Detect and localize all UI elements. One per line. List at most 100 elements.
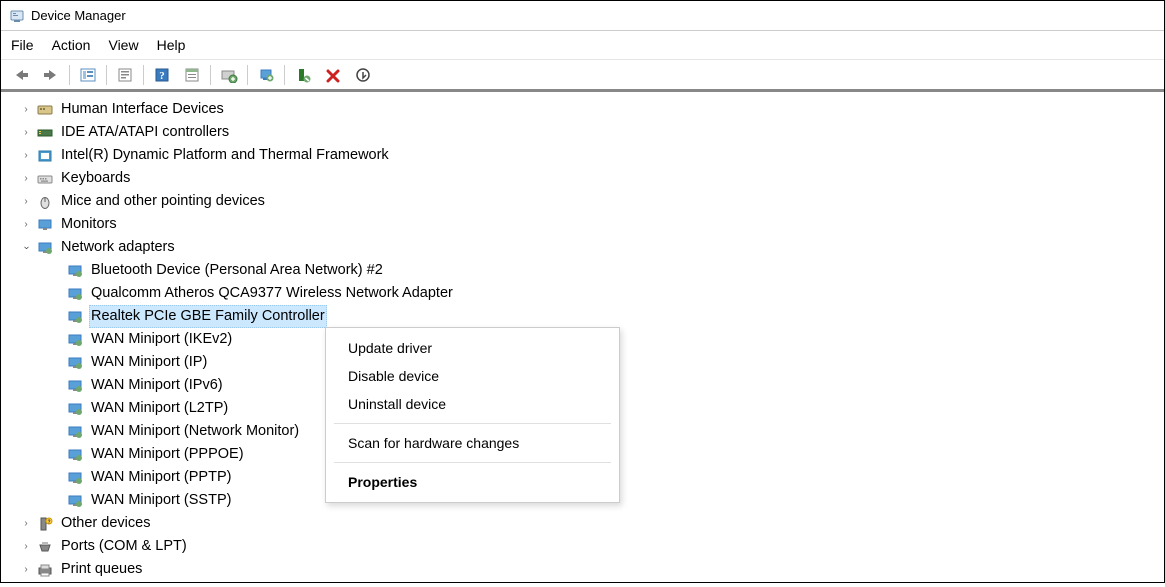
- keyboard-icon: [35, 170, 55, 188]
- device-label: Qualcomm Atheros QCA9377 Wireless Networ…: [89, 282, 455, 304]
- category-ide[interactable]: › IDE ATA/ATAPI controllers: [19, 121, 1164, 144]
- category-network-adapters[interactable]: › Network adapters: [19, 236, 1164, 259]
- expand-icon[interactable]: ›: [19, 125, 33, 141]
- mouse-icon: [35, 193, 55, 211]
- network-adapter-icon: [65, 285, 85, 303]
- category-label: Mice and other pointing devices: [59, 190, 267, 212]
- toolbar-separator: [284, 65, 285, 85]
- menu-bar: File Action View Help: [1, 31, 1164, 60]
- other-devices-icon: ?: [35, 515, 55, 533]
- ctx-uninstall-device[interactable]: Uninstall device: [326, 390, 619, 418]
- expand-icon[interactable]: ›: [19, 539, 33, 555]
- device-label: WAN Miniport (IKEv2): [89, 328, 234, 350]
- category-monitors[interactable]: › Monitors: [19, 213, 1164, 236]
- category-keyboards[interactable]: › Keyboards: [19, 167, 1164, 190]
- ctx-disable-device[interactable]: Disable device: [326, 362, 619, 390]
- device-label: WAN Miniport (PPPOE): [89, 443, 246, 465]
- network-adapter-icon: [65, 423, 85, 441]
- category-label: IDE ATA/ATAPI controllers: [59, 121, 231, 143]
- ctx-properties[interactable]: Properties: [326, 468, 619, 496]
- category-label: Human Interface Devices: [59, 98, 226, 120]
- expand-icon[interactable]: ›: [19, 217, 33, 233]
- device-manager-app-icon: [9, 8, 25, 24]
- update-driver-button[interactable]: [252, 63, 280, 87]
- network-adapter-icon: [65, 331, 85, 349]
- device-label: WAN Miniport (L2TP): [89, 397, 230, 419]
- ctx-update-driver[interactable]: Update driver: [326, 334, 619, 362]
- network-adapter-icon: [65, 400, 85, 418]
- action-list-button[interactable]: [178, 63, 206, 87]
- device-label: WAN Miniport (SSTP): [89, 489, 233, 511]
- hid-icon: [35, 101, 55, 119]
- category-label: Print queues: [59, 558, 144, 580]
- category-print-queues[interactable]: › Print queues: [19, 558, 1164, 581]
- device-qualcomm-wireless[interactable]: › Qualcomm Atheros QCA9377 Wireless Netw…: [49, 282, 1164, 305]
- enable-device-button[interactable]: [289, 63, 317, 87]
- network-icon: [35, 239, 55, 257]
- device-label: WAN Miniport (IP): [89, 351, 209, 373]
- properties-button[interactable]: [111, 63, 139, 87]
- collapse-icon[interactable]: ›: [18, 241, 34, 255]
- category-mice[interactable]: › Mice and other pointing devices: [19, 190, 1164, 213]
- title-bar: Device Manager: [1, 1, 1164, 31]
- disable-device-button[interactable]: [319, 63, 347, 87]
- toolbar-separator: [143, 65, 144, 85]
- network-adapter-icon: [65, 446, 85, 464]
- expand-icon[interactable]: ›: [19, 516, 33, 532]
- ctx-scan-hardware[interactable]: Scan for hardware changes: [326, 429, 619, 457]
- device-bluetooth-pan[interactable]: › Bluetooth Device (Personal Area Networ…: [49, 259, 1164, 282]
- category-label: Ports (COM & LPT): [59, 535, 189, 557]
- network-adapter-icon: [65, 469, 85, 487]
- print-queues-icon: [35, 561, 55, 579]
- menu-help[interactable]: Help: [157, 37, 186, 53]
- help-button[interactable]: ?: [148, 63, 176, 87]
- menu-file[interactable]: File: [11, 37, 34, 53]
- category-label: Network adapters: [59, 236, 177, 258]
- menu-view[interactable]: View: [108, 37, 138, 53]
- category-hid[interactable]: › Human Interface Devices: [19, 98, 1164, 121]
- device-label: Bluetooth Device (Personal Area Network)…: [89, 259, 385, 281]
- network-adapter-icon: [65, 492, 85, 510]
- category-label: Other devices: [59, 512, 152, 534]
- category-label: Monitors: [59, 213, 119, 235]
- context-menu: Update driver Disable device Uninstall d…: [325, 327, 620, 503]
- uninstall-device-button[interactable]: [349, 63, 377, 87]
- ctx-separator: [334, 462, 611, 463]
- category-other-devices[interactable]: › ? Other devices: [19, 512, 1164, 535]
- device-label: WAN Miniport (Network Monitor): [89, 420, 301, 442]
- toolbar-separator: [69, 65, 70, 85]
- expand-icon[interactable]: ›: [19, 148, 33, 164]
- toolbar: ?: [1, 60, 1164, 92]
- expand-icon[interactable]: ›: [19, 102, 33, 118]
- device-realtek-gbe[interactable]: › Realtek PCIe GBE Family Controller: [49, 305, 1164, 328]
- back-button[interactable]: [7, 63, 35, 87]
- toolbar-separator: [106, 65, 107, 85]
- network-adapter-icon: [65, 377, 85, 395]
- network-adapter-icon: [65, 262, 85, 280]
- network-adapter-icon: [65, 354, 85, 372]
- category-thermal[interactable]: › Intel(R) Dynamic Platform and Thermal …: [19, 144, 1164, 167]
- device-label: WAN Miniport (IPv6): [89, 374, 225, 396]
- forward-button[interactable]: [37, 63, 65, 87]
- ports-icon: [35, 538, 55, 556]
- device-label: WAN Miniport (PPTP): [89, 466, 233, 488]
- category-ports[interactable]: › Ports (COM & LPT): [19, 535, 1164, 558]
- menu-action[interactable]: Action: [52, 37, 91, 53]
- thermal-icon: [35, 147, 55, 165]
- category-label: Intel(R) Dynamic Platform and Thermal Fr…: [59, 144, 391, 166]
- network-adapter-icon: [65, 308, 85, 326]
- toolbar-separator: [247, 65, 248, 85]
- device-label-selected: Realtek PCIe GBE Family Controller: [89, 305, 327, 327]
- expand-icon[interactable]: ›: [19, 171, 33, 187]
- monitor-icon: [35, 216, 55, 234]
- ctx-separator: [334, 423, 611, 424]
- category-label: Keyboards: [59, 167, 132, 189]
- expand-icon[interactable]: ›: [19, 194, 33, 210]
- window-title: Device Manager: [31, 8, 126, 23]
- scan-hardware-button[interactable]: [215, 63, 243, 87]
- expand-icon[interactable]: ›: [19, 562, 33, 578]
- toolbar-separator: [210, 65, 211, 85]
- svg-text:?: ?: [159, 70, 165, 82]
- ide-icon: [35, 124, 55, 142]
- show-hide-tree-button[interactable]: [74, 63, 102, 87]
